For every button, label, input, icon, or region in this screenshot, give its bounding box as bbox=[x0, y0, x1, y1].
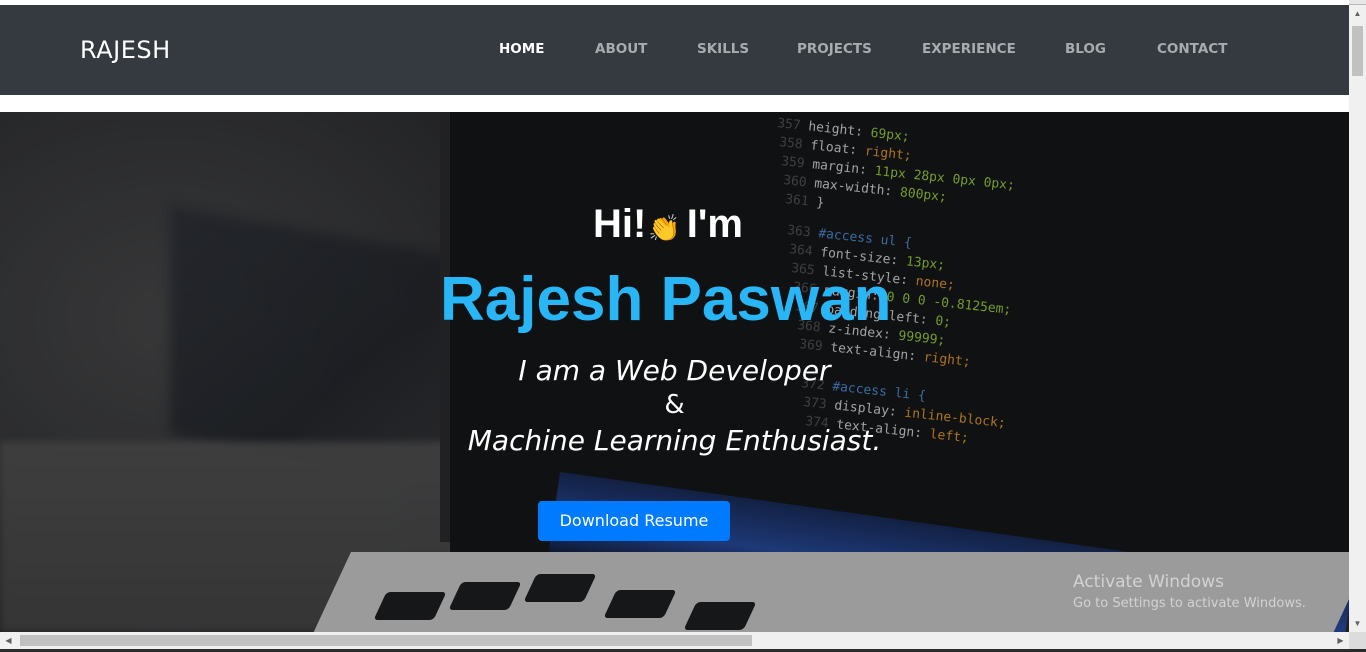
hero-role-line2: Machine Learning Enthusiast. bbox=[467, 424, 882, 457]
brand-logo-text[interactable]: RAJESH bbox=[80, 35, 171, 65]
hero-name: Rajesh Paswan bbox=[440, 265, 892, 334]
activate-windows-subtitle: Go to Settings to activate Windows. bbox=[1073, 596, 1306, 611]
nav-link-home[interactable]: HOME bbox=[499, 41, 544, 57]
hero-section: 357 height: 69px; 358 float: right; 359 ma… bbox=[0, 112, 1349, 632]
vertical-scrollbar-thumb[interactable] bbox=[1352, 26, 1363, 76]
nav-link-contact[interactable]: CONTACT bbox=[1157, 41, 1227, 57]
nav-link-blog[interactable]: BLOG bbox=[1065, 41, 1106, 57]
navbar: RAJESH HOME ABOUT SKILLS PROJECTS EXPERI… bbox=[0, 5, 1349, 95]
scroll-up-arrow-icon[interactable]: ▲ bbox=[1349, 5, 1366, 22]
scroll-left-arrow-icon[interactable]: ◀ bbox=[0, 632, 17, 649]
hero-role-ampersand: & bbox=[664, 390, 685, 420]
hero-greeting: Hi!👏 I'm bbox=[593, 202, 743, 247]
scroll-down-arrow-icon[interactable]: ▼ bbox=[1349, 615, 1366, 632]
activate-windows-title: Activate Windows bbox=[1073, 572, 1224, 592]
nav-link-projects[interactable]: PROJECTS bbox=[797, 41, 872, 57]
greeting-hi: Hi! bbox=[593, 202, 647, 246]
horizontal-scrollbar-thumb[interactable] bbox=[20, 635, 752, 646]
hero-role-line1: I am a Web Developer bbox=[518, 354, 831, 387]
nav-link-experience[interactable]: EXPERIENCE bbox=[922, 41, 1016, 57]
clapping-hands-icon: 👏 bbox=[648, 213, 681, 243]
nav-link-skills[interactable]: SKILLS bbox=[697, 41, 749, 57]
page-viewport: RAJESH HOME ABOUT SKILLS PROJECTS EXPERI… bbox=[0, 0, 1349, 632]
greeting-im: I'm bbox=[686, 202, 743, 246]
download-resume-button[interactable]: Download Resume bbox=[538, 501, 730, 541]
horizontal-scrollbar[interactable]: ◀ ▶ bbox=[0, 632, 1349, 649]
scroll-right-arrow-icon[interactable]: ▶ bbox=[1332, 632, 1349, 649]
scrollbar-corner bbox=[1349, 632, 1366, 649]
nav-link-about[interactable]: ABOUT bbox=[595, 41, 647, 57]
vertical-scrollbar[interactable]: ▲ ▼ bbox=[1349, 5, 1366, 632]
activate-windows-watermark: Activate Windows Go to Settings to activ… bbox=[1073, 572, 1306, 611]
